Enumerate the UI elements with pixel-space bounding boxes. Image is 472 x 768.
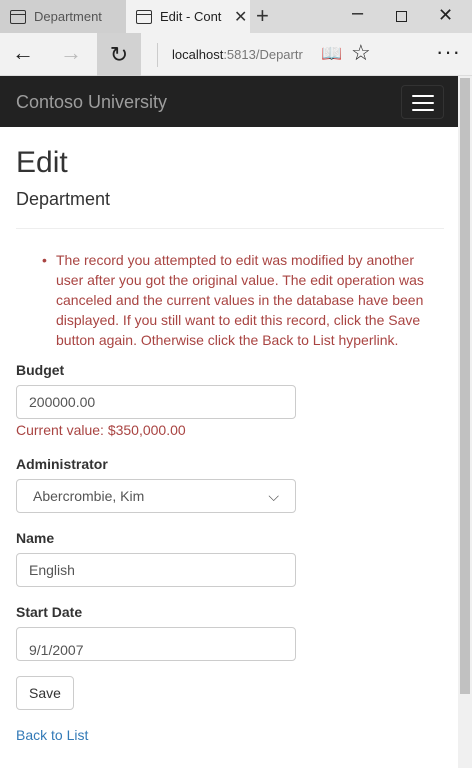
chevron-down-icon: ⌵ bbox=[268, 488, 279, 504]
minimize-icon[interactable]: – bbox=[352, 2, 363, 25]
administrator-select[interactable]: Abercrombie, Kim ⌵ bbox=[16, 479, 296, 513]
brand-link[interactable]: Contoso University bbox=[16, 92, 167, 113]
administrator-label: Administrator bbox=[16, 456, 108, 472]
maximize-icon[interactable] bbox=[396, 11, 407, 22]
start-date-input[interactable]: 9/1/2007 bbox=[16, 627, 296, 661]
budget-input[interactable]: 200000.00 bbox=[16, 385, 296, 419]
name-label: Name bbox=[16, 530, 55, 546]
budget-label: Budget bbox=[16, 362, 65, 378]
divider bbox=[16, 228, 444, 229]
site-navbar: Contoso University bbox=[0, 76, 458, 127]
page-subtitle: Department bbox=[16, 189, 111, 209]
page-title: Edit bbox=[16, 146, 68, 179]
back-arrow-icon[interactable]: ← bbox=[12, 41, 34, 65]
forward-arrow-icon[interactable]: → bbox=[60, 41, 82, 65]
close-tab-icon[interactable]: ✕ bbox=[234, 7, 247, 27]
hamburger-menu-button[interactable] bbox=[401, 85, 444, 119]
more-icon[interactable]: ··· bbox=[436, 39, 461, 65]
scrollbar-thumb[interactable] bbox=[460, 78, 470, 694]
name-input[interactable]: English bbox=[16, 553, 296, 587]
browser-toolbar: ← → ↻ localhost:5813/Departr 📖 ☆ ··· bbox=[0, 33, 472, 76]
star-icon[interactable]: ☆ bbox=[351, 40, 371, 66]
new-tab-icon[interactable]: + bbox=[256, 5, 269, 27]
address-bar[interactable]: localhost:5813/Departr bbox=[157, 43, 307, 67]
validation-summary: • The record you attempted to edit was m… bbox=[42, 250, 432, 350]
hamburger-icon bbox=[412, 95, 434, 97]
address-host: localhost bbox=[172, 47, 224, 62]
page-content: Contoso University Edit Department • The… bbox=[0, 76, 458, 768]
page-icon bbox=[136, 9, 152, 24]
tab-title: Edit - Cont bbox=[160, 9, 222, 24]
back-to-list-link[interactable]: Back to List bbox=[16, 727, 88, 743]
close-window-icon[interactable]: ✕ bbox=[438, 5, 453, 26]
browser-tab-bar: Departments - Edit - Cont ✕ + – ✕ bbox=[0, 0, 472, 33]
save-button[interactable]: Save bbox=[16, 676, 74, 710]
page-icon bbox=[10, 9, 26, 24]
administrator-selected: Abercrombie, Kim bbox=[33, 488, 145, 504]
budget-current-value: Current value: $350,000.00 bbox=[16, 422, 186, 438]
start-date-label: Start Date bbox=[16, 604, 83, 620]
bullet-icon: • bbox=[42, 252, 47, 268]
vertical-scrollbar[interactable] bbox=[458, 76, 472, 768]
tab-title: Departments - bbox=[34, 9, 102, 24]
tab-edit[interactable]: Edit - Cont ✕ bbox=[126, 0, 250, 33]
tab-departments[interactable]: Departments - bbox=[0, 0, 126, 33]
refresh-icon[interactable]: ↻ bbox=[97, 33, 141, 76]
reading-view-icon[interactable]: 📖 bbox=[321, 44, 342, 64]
validation-message: The record you attempted to edit was mod… bbox=[56, 252, 424, 348]
address-path: :5813/Departr bbox=[223, 47, 303, 62]
